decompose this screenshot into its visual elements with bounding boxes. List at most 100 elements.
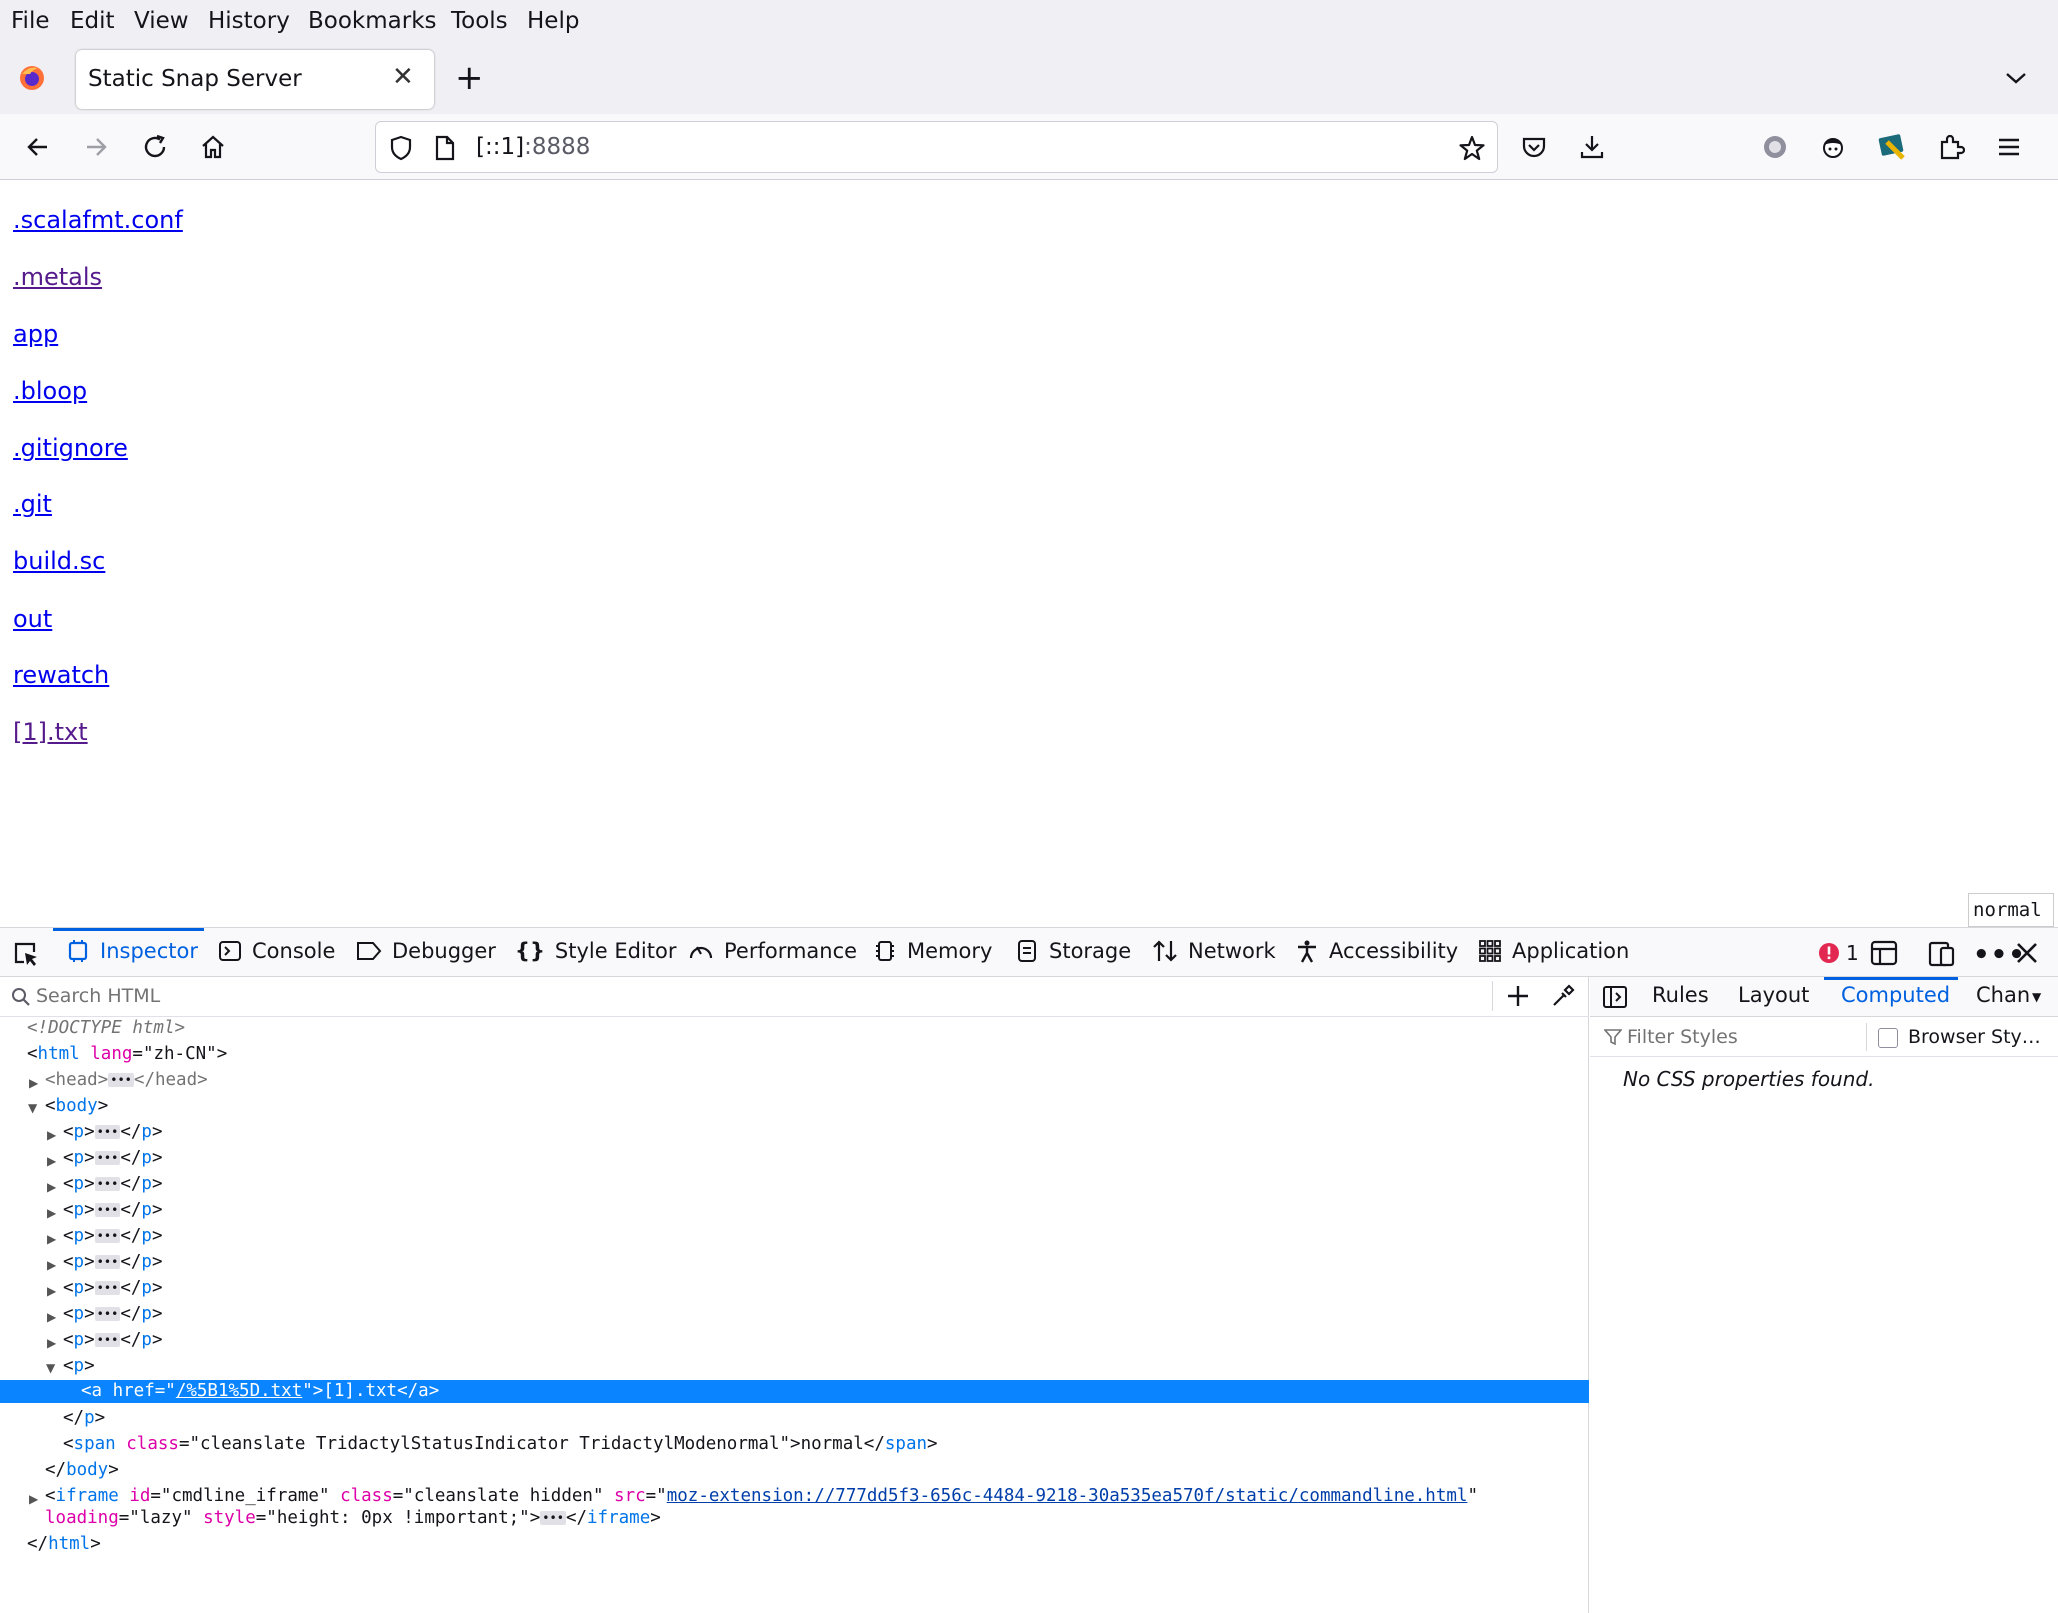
devtools-tab-network[interactable]: Network — [1152, 939, 1276, 963]
file-link-1-txt[interactable]: [1].txt — [13, 718, 88, 746]
pocket-icon[interactable] — [1516, 129, 1552, 165]
menu-bookmarks[interactable]: Bookmarks — [308, 8, 437, 34]
file-link-out[interactable]: out — [13, 605, 52, 633]
extension-avatar-icon[interactable] — [1815, 129, 1851, 165]
responsive-design-mode-icon[interactable] — [1928, 940, 1956, 972]
collapse-p-icon[interactable]: ▼ — [46, 1361, 55, 1375]
home-icon[interactable] — [195, 129, 231, 165]
new-tab-button[interactable]: + — [455, 58, 484, 98]
markup-html-open[interactable]: <html lang="zh-CN"> — [27, 1044, 227, 1064]
markup-p-node[interactable]: <p> ••• </p> — [63, 1148, 163, 1168]
devtools-tab-application[interactable]: Application — [1478, 939, 1629, 963]
sidebar-tab-layout[interactable]: Layout — [1738, 983, 1809, 1007]
devtools-tab-style-editor[interactable]: {} Style Editor — [515, 939, 676, 963]
tridactyl-status-indicator: normal — [1968, 893, 2054, 927]
file-link-scalafmt[interactable]: .scalafmt.conf — [13, 206, 183, 234]
devtools-tab-console[interactable]: Console — [218, 939, 335, 963]
expand-p-icon[interactable]: ▶ — [47, 1232, 56, 1246]
tridactyl-extension-icon[interactable] — [1874, 129, 1910, 165]
browser-styles-checkbox[interactable] — [1878, 1028, 1898, 1048]
markup-iframe-cont[interactable]: loading="lazy" style="height: 0px !impor… — [45, 1508, 661, 1528]
markup-body-close[interactable]: </body> — [45, 1460, 119, 1480]
markup-html-close[interactable]: </html> — [27, 1534, 101, 1554]
menu-view[interactable]: View — [134, 8, 189, 34]
hamburger-menu-icon[interactable] — [1991, 129, 2027, 165]
expand-p-icon[interactable]: ▶ — [47, 1310, 56, 1324]
error-count-badge[interactable]: 1 — [1818, 941, 1859, 965]
sidebar-overflow-chevron-icon[interactable]: ▼ — [2032, 990, 2041, 1004]
expand-p-icon[interactable]: ▶ — [47, 1180, 56, 1194]
page-info-icon[interactable] — [434, 135, 456, 165]
menu-file[interactable]: File — [11, 8, 50, 34]
markup-body-open[interactable]: <body> — [45, 1096, 108, 1116]
markup-p-node[interactable]: <p> ••• </p> — [63, 1330, 163, 1350]
toggle-split-console-icon[interactable] — [1870, 940, 1898, 970]
devtools-tab-storage[interactable]: Storage — [1015, 939, 1131, 963]
expand-head-icon[interactable]: ▶ — [29, 1076, 38, 1090]
markup-p-node[interactable]: <p> ••• </p> — [63, 1122, 163, 1142]
markup-p-node[interactable]: <p> ••• </p> — [63, 1252, 163, 1272]
add-node-icon[interactable] — [1505, 983, 1531, 1013]
sidebar-tab-rules[interactable]: Rules — [1652, 983, 1709, 1007]
close-devtools-icon[interactable] — [2015, 941, 2039, 969]
markup-p-node[interactable]: <p> ••• </p> — [63, 1278, 163, 1298]
menu-history[interactable]: History — [208, 8, 290, 34]
search-html-bar[interactable]: Search HTML — [0, 977, 1589, 1017]
back-icon[interactable] — [20, 129, 56, 165]
sidebar-tab-changes[interactable]: Chan — [1976, 983, 2030, 1007]
markup-p-node[interactable]: <p> ••• </p> — [63, 1226, 163, 1246]
reload-icon[interactable] — [137, 129, 173, 165]
forward-icon[interactable] — [78, 129, 114, 165]
tab-static-snap-server[interactable]: Static Snap Server ✕ — [76, 50, 434, 109]
expand-p-icon[interactable]: ▶ — [47, 1154, 56, 1168]
expand-p-icon[interactable]: ▶ — [47, 1128, 56, 1142]
error-icon — [1819, 943, 1839, 963]
tracking-protection-shield-icon[interactable] — [389, 135, 413, 165]
file-link-gitignore[interactable]: .gitignore — [13, 434, 128, 462]
file-link-rewatch[interactable]: rewatch — [13, 661, 109, 689]
file-link-git[interactable]: .git — [13, 490, 52, 518]
list-all-tabs-icon[interactable] — [2004, 66, 2028, 94]
menu-tools[interactable]: Tools — [451, 8, 508, 34]
markup-p-node[interactable]: <p> ••• </p> — [63, 1304, 163, 1324]
markup-p-close[interactable]: </p> — [63, 1408, 105, 1428]
toggle-sidebar-icon[interactable] — [1602, 985, 1628, 1013]
markup-head[interactable]: <head> ••• </head> — [45, 1070, 208, 1090]
element-picker-icon[interactable] — [12, 940, 40, 972]
devtools-tab-debugger[interactable]: Debugger — [356, 939, 496, 963]
extensions-puzzle-icon[interactable] — [1933, 129, 1969, 165]
markup-selected-anchor[interactable]: <a href="/%5B1%5D.txt">[1].txt</a> — [81, 1381, 439, 1401]
bookmark-star-icon[interactable] — [1458, 134, 1486, 166]
collapse-body-icon[interactable]: ▼ — [28, 1101, 37, 1115]
markup-span-status[interactable]: <span class="cleanslate TridactylStatusI… — [63, 1434, 938, 1454]
markup-p-node[interactable]: <p> ••• </p> — [63, 1200, 163, 1220]
devtools-tab-inspector[interactable]: Inspector — [66, 939, 198, 963]
application-grid-icon — [1479, 940, 1501, 962]
expand-p-icon[interactable]: ▶ — [47, 1258, 56, 1272]
devtools-tab-performance[interactable]: Performance — [688, 939, 857, 963]
devtools-tab-accessibility[interactable]: Accessibility — [1295, 939, 1458, 963]
eyedropper-icon[interactable] — [1550, 983, 1576, 1013]
file-link-build-sc[interactable]: build.sc — [13, 547, 105, 575]
file-link-app[interactable]: app — [13, 320, 58, 348]
sidebar-tab-computed[interactable]: Computed — [1841, 983, 1950, 1007]
markup-p-node[interactable]: <p> ••• </p> — [63, 1174, 163, 1194]
markup-iframe[interactable]: <iframe id="cmdline_iframe" class="clean… — [45, 1486, 1478, 1506]
markup-doctype[interactable]: <!DOCTYPE html> — [27, 1018, 185, 1038]
devtools-tab-memory[interactable]: Memory — [873, 939, 992, 963]
file-link-bloop[interactable]: .bloop — [13, 377, 87, 405]
expand-p-icon[interactable]: ▶ — [47, 1206, 56, 1220]
file-link-metals[interactable]: .metals — [13, 263, 102, 291]
extension-circle-icon[interactable] — [1757, 129, 1793, 165]
menu-help[interactable]: Help — [527, 8, 579, 34]
url-bar[interactable]: [::1]:8888 — [375, 121, 1498, 173]
menu-edit[interactable]: Edit — [70, 8, 115, 34]
expand-p-icon[interactable]: ▶ — [47, 1336, 56, 1350]
expand-p-icon[interactable]: ▶ — [47, 1284, 56, 1298]
tab-close-icon[interactable]: ✕ — [392, 62, 414, 92]
debugger-label: Debugger — [392, 939, 496, 963]
expand-iframe-icon[interactable]: ▶ — [29, 1492, 38, 1506]
filter-styles-bar[interactable]: Filter Styles Browser Sty… — [1590, 1017, 2058, 1057]
markup-p-open[interactable]: <p> — [63, 1356, 95, 1376]
downloads-icon[interactable] — [1574, 129, 1610, 165]
